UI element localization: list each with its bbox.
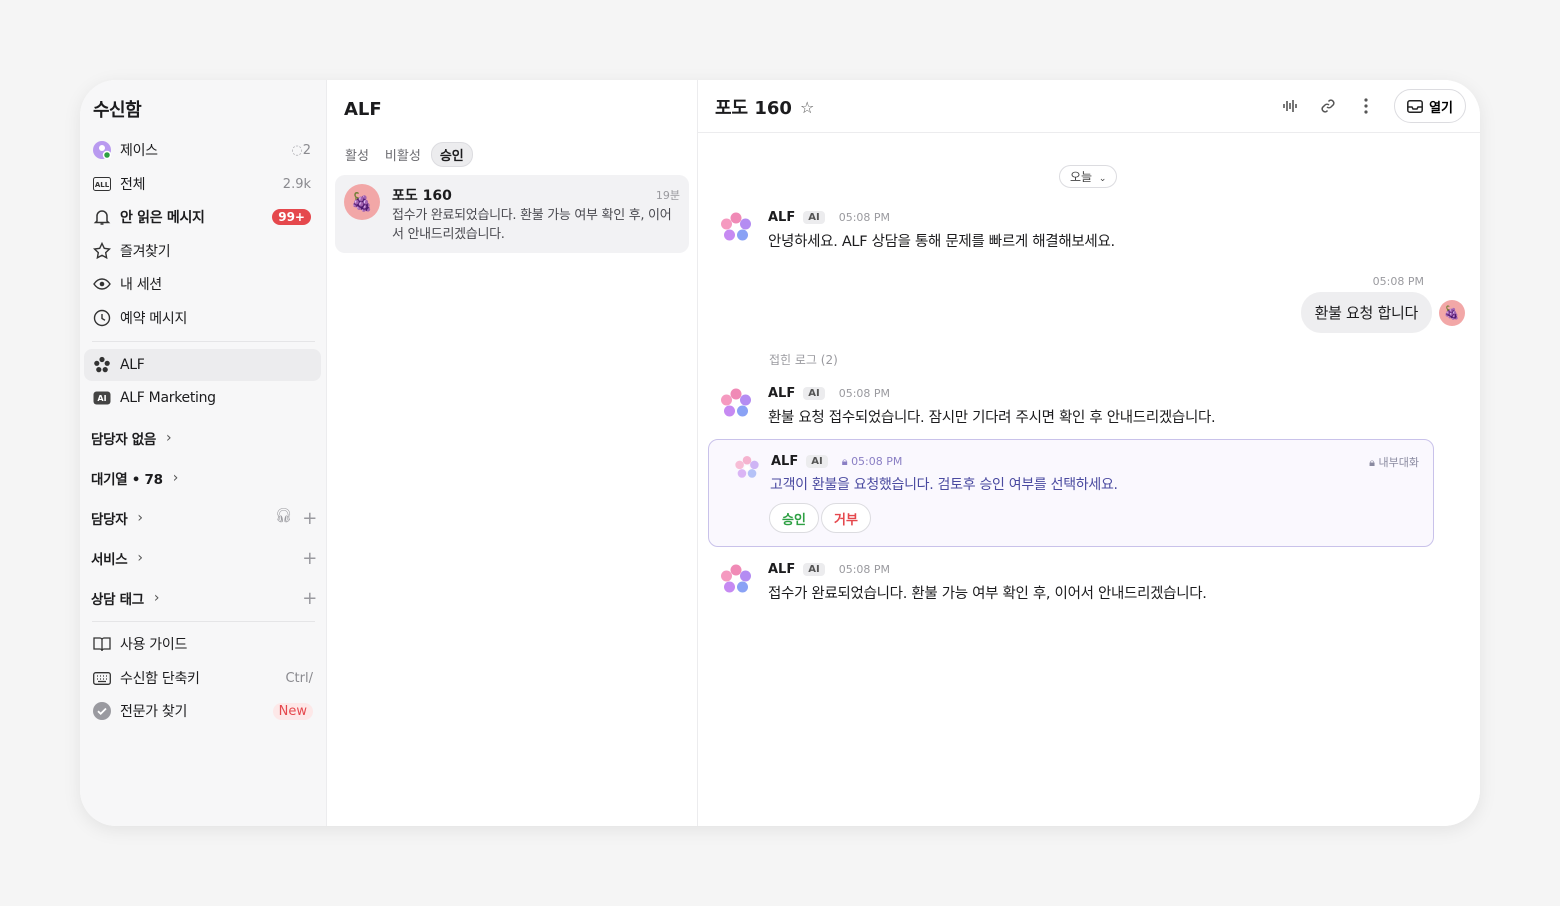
verified-icon [92, 701, 112, 721]
reject-button[interactable]: 거부 [821, 503, 871, 533]
star-icon[interactable]: ☆ [800, 98, 814, 117]
sidebar-item-guide[interactable]: 사용 가이드 [84, 628, 321, 660]
new-badge: New [272, 702, 313, 720]
section-service[interactable]: 서비스 › + [91, 546, 317, 570]
unread-badge: 99+ [272, 209, 311, 225]
voice-icon[interactable] [1280, 96, 1300, 116]
alf-avatar-icon [721, 388, 751, 417]
sidebar-item-profile[interactable]: 제이스 ◌ 2 [84, 134, 321, 166]
sidebar-item-shortcuts[interactable]: 수신함 단축키 Ctrl/ [84, 662, 321, 694]
tab-active[interactable]: 활성 [339, 142, 375, 167]
headset-icon[interactable]: 🎧︎ [275, 508, 293, 529]
chevron-right-icon: › [153, 590, 160, 606]
alf-avatar-icon [721, 212, 751, 241]
chat-list-item[interactable]: 🍇 포도 160 19분 접수가 완료되었습니다. 환불 가능 여부 확인 후,… [335, 175, 689, 253]
chevron-right-icon: › [166, 430, 172, 446]
section-assignee[interactable]: 담당자 › 🎧︎ + [91, 506, 317, 530]
list-tabs: 활성 비활성 승인 [339, 142, 473, 167]
date-selector[interactable]: 오늘 ⌄ [1059, 165, 1118, 188]
inbox-icon [1407, 99, 1424, 113]
clock-icon [92, 308, 112, 328]
user-message-time: 05:08 PM [1372, 275, 1424, 288]
alf-avatar-icon [721, 564, 751, 593]
open-button[interactable]: 열기 [1394, 89, 1466, 123]
alf-avatar-icon [735, 455, 759, 478]
all-icon: ALL [92, 174, 112, 194]
tab-inactive[interactable]: 비활성 [379, 142, 427, 167]
conversation-panel: 포도 160 ☆ 열기 오늘 ⌄ ALF AI 05:08 PM 안녕하세요. … [698, 80, 1480, 826]
list-title: ALF [344, 99, 382, 120]
approve-button[interactable]: 승인 [769, 503, 819, 533]
grape-avatar-icon: 🍇 [344, 184, 380, 220]
user-message: 환불 요청 합니다 [1300, 292, 1432, 333]
sidebar-item-alf-marketing[interactable]: AI ALF Marketing [84, 382, 321, 414]
internal-label: 🔒︎ 내부대화 [1369, 456, 1419, 469]
sidebar-item-favorites[interactable]: 즐겨찾기 [84, 235, 321, 267]
sidebar: 수신함 제이스 ◌ 2 ALL 전체 2.9k 안 읽은 메시지 99+ 즐겨찾… [80, 80, 327, 826]
grape-avatar-icon: 🍇 [1439, 300, 1465, 326]
sidebar-item-unread[interactable]: 안 읽은 메시지 99+ [84, 201, 321, 233]
eye-icon [92, 274, 112, 294]
sidebar-divider [92, 341, 315, 342]
conversation-header: 포도 160 ☆ 열기 [698, 80, 1480, 133]
app-window: 수신함 제이스 ◌ 2 ALL 전체 2.9k 안 읽은 메시지 99+ 즐겨찾… [80, 80, 1480, 826]
ai-icon: AI [92, 388, 112, 408]
add-icon[interactable]: + [302, 548, 317, 569]
sidebar-item-scheduled[interactable]: 예약 메시지 [84, 302, 321, 334]
star-icon [92, 241, 112, 261]
sidebar-item-my-sessions[interactable]: 내 세션 [84, 268, 321, 300]
book-icon [92, 634, 112, 654]
chevron-right-icon: › [137, 550, 143, 566]
chevron-right-icon: › [137, 510, 143, 526]
chevron-right-icon: › [172, 470, 179, 486]
sidebar-item-alf[interactable]: ALF [84, 349, 321, 381]
add-icon[interactable]: + [302, 508, 317, 529]
avatar [92, 140, 112, 160]
bell-icon [92, 207, 112, 227]
alf-icon [92, 355, 112, 375]
svg-text:AI: AI [97, 394, 106, 403]
sidebar-title: 수신함 [93, 100, 142, 121]
section-tags[interactable]: 상담 태그 › + [91, 586, 317, 610]
folded-log-toggle[interactable]: 접힌 로그 (2) [769, 351, 838, 368]
sidebar-item-all[interactable]: ALL 전체 2.9k [84, 168, 321, 200]
lock-icon: 🔒︎ [1369, 456, 1376, 469]
link-icon[interactable] [1318, 96, 1338, 116]
more-icon[interactable] [1356, 96, 1376, 116]
internal-time: 🔒︎ 05:08 PM [841, 454, 903, 468]
tab-approval[interactable]: 승인 [430, 142, 473, 167]
section-unassigned[interactable]: 담당자 없음 › [91, 426, 317, 450]
sidebar-item-experts[interactable]: 전문가 찾기 New [84, 695, 321, 727]
internal-approval-card: ALF AI 🔒︎ 05:08 PM 🔒︎ 내부대화 고객이 환불을 요청했습니… [708, 439, 1434, 547]
conversation-title: 포도 160 ☆ [715, 97, 815, 120]
section-queue[interactable]: 대기열 • 78 › [91, 466, 317, 490]
sidebar-divider [92, 621, 315, 622]
lock-icon: 🔒︎ [841, 454, 848, 468]
chat-list-panel: ALF 활성 비활성 승인 🍇 포도 160 19분 접수가 완료되었습니다. … [327, 80, 698, 826]
keyboard-icon [92, 668, 112, 688]
add-icon[interactable]: + [302, 588, 317, 609]
svg-text:ALL: ALL [95, 181, 110, 189]
chevron-down-icon: ⌄ [1098, 174, 1107, 184]
status-icon: ◌ [291, 142, 303, 158]
